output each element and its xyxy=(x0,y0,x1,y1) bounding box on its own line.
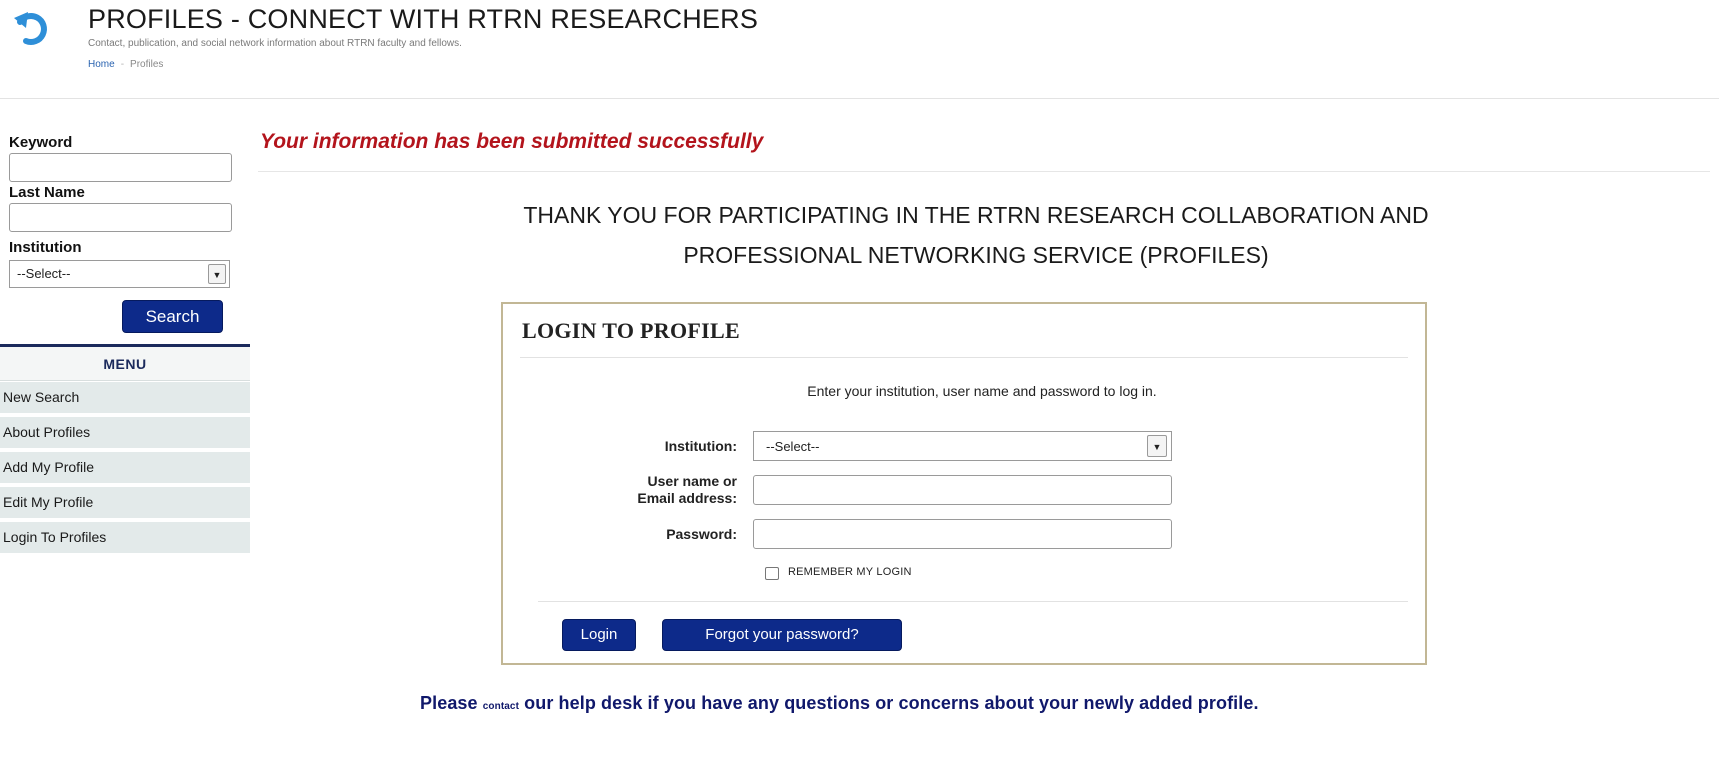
username-input[interactable] xyxy=(753,475,1172,505)
username-label-line-1: User name or xyxy=(647,473,737,489)
login-panel: LOGIN TO PROFILE Enter your institution,… xyxy=(501,302,1427,665)
last-name-input[interactable] xyxy=(9,203,232,232)
login-divider-top xyxy=(520,357,1408,358)
menu-item-login-to-profiles[interactable]: Login To Profiles xyxy=(0,522,250,555)
sidebar: Keyword Last Name Institution --Select--… xyxy=(0,100,250,570)
login-divider-bottom xyxy=(538,601,1408,602)
menu-item-edit-my-profile[interactable]: Edit My Profile xyxy=(0,487,250,520)
chevron-down-icon: ▼ xyxy=(1147,435,1167,457)
keyword-input[interactable] xyxy=(9,153,232,182)
last-name-label: Last Name xyxy=(9,184,85,201)
back-arrow-icon[interactable] xyxy=(12,8,50,48)
forgot-password-button[interactable]: Forgot your password? xyxy=(662,619,902,651)
institution-select[interactable]: --Select-- ▼ xyxy=(9,260,230,288)
breadcrumb: Home - Profiles xyxy=(88,59,163,70)
password-input[interactable] xyxy=(753,519,1172,549)
page-subtitle: Contact, publication, and social network… xyxy=(88,38,462,49)
institution-select-value: --Select-- xyxy=(17,266,71,281)
login-institution-select[interactable]: --Select-- ▼ xyxy=(753,431,1172,461)
header-divider xyxy=(0,98,1719,99)
chevron-down-icon: ▼ xyxy=(208,264,226,284)
login-instructions: Enter your institution, user name and pa… xyxy=(807,383,1157,399)
success-message: Your information has been submitted succ… xyxy=(260,130,764,153)
keyword-label: Keyword xyxy=(9,134,73,151)
page-title: PROFILES - CONNECT WITH RTRN RESEARCHERS xyxy=(88,4,759,34)
contact-link[interactable]: contact xyxy=(483,701,519,712)
menu-title: MENU xyxy=(0,347,250,381)
thank-you-line-1: THANK YOU FOR PARTICIPATING IN THE RTRN … xyxy=(523,202,1429,228)
login-title: LOGIN TO PROFILE xyxy=(522,318,740,343)
login-button[interactable]: Login xyxy=(562,619,636,651)
thank-you-line-2: PROFESSIONAL NETWORKING SERVICE (PROFILE… xyxy=(683,242,1269,268)
main-divider xyxy=(258,171,1710,172)
help-text-before: Please xyxy=(420,693,483,713)
remember-login-label[interactable]: REMEMBER MY LOGIN xyxy=(788,566,912,578)
menu-item-about-profiles[interactable]: About Profiles xyxy=(0,417,250,450)
breadcrumb-home-link[interactable]: Home xyxy=(88,59,115,70)
menu-item-new-search[interactable]: New Search xyxy=(0,382,250,415)
institution-label: Institution xyxy=(9,239,82,256)
page-header: PROFILES - CONNECT WITH RTRN RESEARCHERS… xyxy=(0,0,1719,100)
username-label: User name or Email address: xyxy=(603,473,737,507)
menu-item-add-my-profile[interactable]: Add My Profile xyxy=(0,452,250,485)
remember-login-checkbox[interactable] xyxy=(765,567,779,580)
login-institution-label: Institution: xyxy=(664,438,737,454)
login-institution-select-value: --Select-- xyxy=(766,439,820,454)
search-button[interactable]: Search xyxy=(122,300,223,333)
password-label: Password: xyxy=(666,526,737,542)
thank-you-heading: THANK YOU FOR PARTICIPATING IN THE RTRN … xyxy=(366,195,1586,275)
breadcrumb-separator: - xyxy=(120,59,125,70)
help-text-after: our help desk if you have any questions … xyxy=(519,693,1259,713)
help-desk-message: Please contact our help desk if you have… xyxy=(420,693,1259,714)
username-label-line-2: Email address: xyxy=(637,490,737,506)
breadcrumb-current: Profiles xyxy=(130,59,164,70)
